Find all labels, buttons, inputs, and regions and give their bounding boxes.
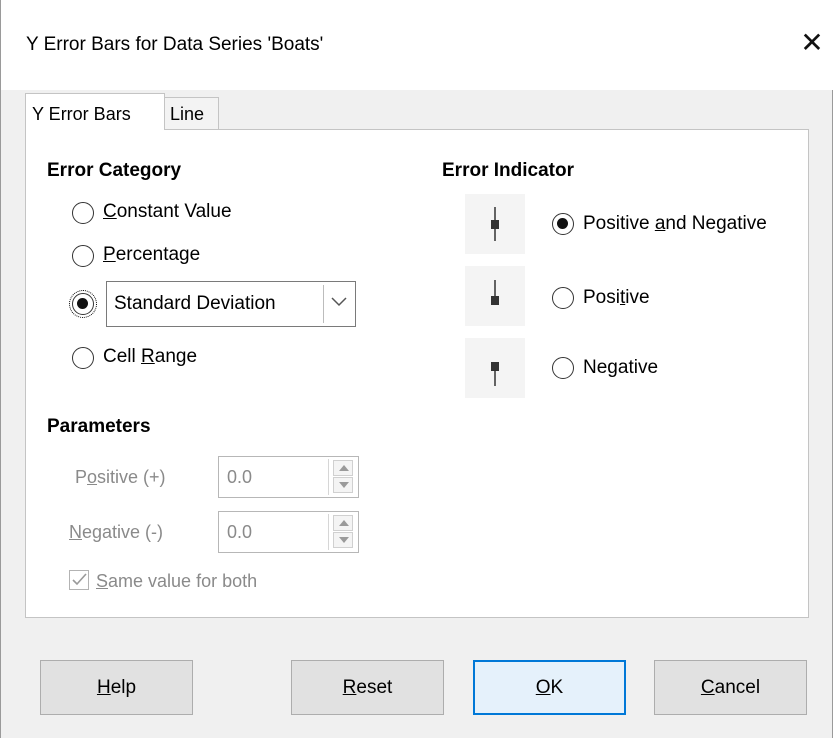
error-bars-dialog: Y Error Bars for Data Series 'Boats' ✕ Y… [0,0,833,738]
positive-value-text: 0.0 [227,467,253,487]
triangle-down-icon [339,537,349,543]
triangle-up-icon [339,465,349,471]
cell-range-label[interactable]: Cell Range [103,346,197,368]
triangle-up-icon [339,520,349,526]
error-indicator-heading: Error Indicator [442,160,574,181]
positive-spin-buttons [328,459,356,495]
positive-label[interactable]: Positive [583,287,650,309]
same-value-label[interactable]: Same value for both [96,571,257,592]
negative-value-text: 0.0 [227,522,253,542]
negative-increment-button[interactable] [333,515,353,531]
standard-deviation-radio[interactable] [69,290,97,318]
negative-label[interactable]: Negative [583,357,658,379]
title-bar: Y Error Bars for Data Series 'Boats' ✕ [1,0,833,90]
function-combo-value: Standard Deviation [114,293,276,314]
parameters-heading: Parameters [47,416,151,437]
constant-value-radio[interactable] [72,202,94,224]
help-button[interactable]: Help [40,660,193,715]
error-bar-negative-icon [465,338,525,398]
positive-and-negative-radio[interactable] [552,213,574,235]
tab-line[interactable]: Line [164,97,219,130]
negative-spin-buttons [328,514,356,550]
percentage-radio[interactable] [72,245,94,267]
negative-param-label: Negative (-) [69,522,164,542]
ok-button[interactable]: OK [473,660,626,715]
close-icon[interactable]: ✕ [795,26,829,60]
combo-dropdown-button[interactable] [323,285,353,323]
cancel-button[interactable]: Cancel [654,660,807,715]
percentage-label[interactable]: Percentage [103,244,200,266]
positive-increment-button[interactable] [333,460,353,476]
cell-range-radio[interactable] [72,347,94,369]
reset-button[interactable]: Reset [291,660,444,715]
checkmark-icon [72,573,87,586]
dialog-title: Y Error Bars for Data Series 'Boats' [26,34,324,55]
chevron-down-icon [331,297,347,307]
negative-radio[interactable] [552,357,574,379]
function-combo[interactable]: Standard Deviation [106,281,356,327]
error-bar-positive-icon [465,266,525,326]
same-value-checkbox[interactable] [69,570,89,590]
positive-radio[interactable] [552,287,574,309]
positive-and-negative-label[interactable]: Positive and Negative [583,213,767,235]
error-category-heading: Error Category [47,160,182,181]
positive-param-label: Positive (+) [75,467,166,487]
error-bar-both-icon [465,194,525,254]
positive-decrement-button[interactable] [333,477,353,493]
positive-value-field[interactable]: 0.0 [218,456,359,498]
tab-y-error-bars[interactable]: Y Error Bars [25,93,165,130]
negative-value-field[interactable]: 0.0 [218,511,359,553]
negative-decrement-button[interactable] [333,532,353,548]
constant-value-label[interactable]: Constant Value [103,201,232,223]
triangle-down-icon [339,482,349,488]
